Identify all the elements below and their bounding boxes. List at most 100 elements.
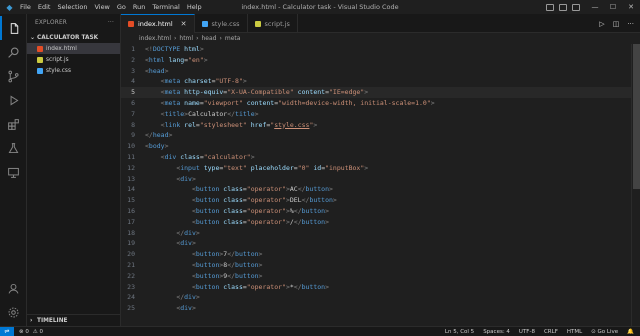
folder-section[interactable]: ⌄ CALCULATOR TASK — [27, 32, 120, 43]
code-line[interactable]: 20 <button>7</button> — [121, 249, 631, 260]
run-debug-icon[interactable] — [0, 88, 27, 112]
breadcrumb-item[interactable]: html — [179, 35, 193, 42]
code-line[interactable]: 6 <meta name="viewport" content="width=d… — [121, 98, 631, 109]
toggle-panel-icon[interactable] — [559, 3, 567, 11]
code-text: <button>7</button> — [191, 250, 263, 259]
line-number: 10 — [127, 142, 135, 151]
code-line[interactable]: 15 <button class="operator">DEL</button> — [121, 195, 631, 206]
notifications-bell-icon[interactable]: 🔔 — [627, 329, 634, 335]
toggle-secondary-sidebar-icon[interactable] — [572, 3, 580, 11]
code-line[interactable]: 19 <div> — [121, 238, 631, 249]
menu-run[interactable]: Run — [133, 3, 145, 11]
code-line[interactable]: 5 <meta http-equiv="X-UA-Compatible" con… — [121, 87, 631, 98]
menu-file[interactable]: File — [20, 3, 31, 11]
tab-label: script.js — [264, 19, 290, 28]
code-text: <title>Calculator</title> — [160, 109, 259, 118]
code-text: <head> — [145, 66, 169, 75]
split-editor-icon[interactable]: ◫ — [613, 20, 620, 28]
account-icon[interactable] — [0, 276, 27, 300]
breadcrumb-item[interactable]: meta — [225, 35, 241, 42]
tab-script-js[interactable]: script.js — [248, 14, 298, 33]
code-line[interactable]: 16 <button class="operator">%</button> — [121, 206, 631, 217]
code-line[interactable]: 25 <div> — [121, 303, 631, 314]
tab-label: style.css — [211, 19, 240, 28]
code-text: <button>8</button> — [191, 260, 263, 269]
file-item-index-html[interactable]: index.html — [27, 43, 120, 54]
menu-terminal[interactable]: Terminal — [152, 3, 179, 11]
source-control-icon[interactable] — [0, 64, 27, 88]
file-item-style-css[interactable]: style.css — [27, 65, 120, 76]
code-line[interactable]: 24 </div> — [121, 292, 631, 303]
language-mode[interactable]: HTML — [567, 329, 582, 335]
code-line[interactable]: 17 <button class="operator">/</button> — [121, 217, 631, 228]
chevron-right-icon: › — [219, 35, 222, 42]
extensions-icon[interactable] — [0, 112, 27, 136]
menu-edit[interactable]: Edit — [38, 3, 51, 11]
scrollbar-thumb[interactable] — [633, 44, 640, 189]
window-controls: — ☐ ✕ — [586, 0, 640, 14]
line-number: 4 — [131, 77, 135, 86]
code-line[interactable]: 18 </div> — [121, 228, 631, 239]
run-icon[interactable]: ▷ — [599, 20, 604, 28]
menu-go[interactable]: Go — [117, 3, 126, 11]
cursor-position[interactable]: Ln 5, Col 5 — [445, 329, 474, 335]
maximize-icon[interactable]: ☐ — [604, 0, 622, 14]
code-line[interactable]: 7 <title>Calculator</title> — [121, 109, 631, 120]
indentation[interactable]: Spaces: 4 — [483, 329, 510, 335]
close-window-icon[interactable]: ✕ — [622, 0, 640, 14]
breadcrumb-item[interactable]: head — [201, 35, 216, 42]
search-icon[interactable] — [0, 40, 27, 64]
toggle-sidebar-icon[interactable] — [546, 3, 554, 11]
code-line[interactable]: 22 <button>9</button> — [121, 271, 631, 282]
menu-help[interactable]: Help — [187, 3, 202, 11]
tab-style-css[interactable]: style.css — [195, 14, 248, 33]
remote-explorer-icon[interactable] — [0, 160, 27, 184]
remote-indicator-icon[interactable]: ⇌ — [0, 326, 14, 336]
line-number: 14 — [127, 185, 135, 194]
line-number: 3 — [131, 66, 135, 75]
file-item-script-js[interactable]: script.js — [27, 54, 120, 65]
js-file-icon — [37, 56, 43, 63]
editor-scrollbar[interactable] — [631, 44, 640, 326]
code-line[interactable]: 2 <html lang="en"> — [121, 55, 631, 66]
code-editor[interactable]: 1 <!DOCTYPE html> 2 <html lang="en"> 3 <head>… — [121, 44, 631, 326]
line-number: 5 — [131, 88, 135, 97]
code-line[interactable]: 3 <head> — [121, 66, 631, 77]
warnings-count[interactable]: ⚠ 0 — [33, 329, 43, 335]
line-number: 19 — [127, 239, 135, 248]
menu-view[interactable]: View — [94, 3, 109, 11]
code-line[interactable]: 11 <div class="calculator"> — [121, 152, 631, 163]
tab-index-html[interactable]: index.html ✕ — [121, 14, 195, 33]
code-line[interactable]: 9 </head> — [121, 130, 631, 141]
code-line[interactable]: 8 <link rel="stylesheet" href="style.css… — [121, 120, 631, 131]
html-file-icon — [37, 45, 43, 52]
settings-gear-icon[interactable] — [0, 300, 27, 324]
file-name: index.html — [46, 45, 77, 52]
more-actions-icon[interactable]: ··· — [108, 20, 114, 26]
breadcrumb-item[interactable]: index.html — [139, 35, 171, 42]
code-line[interactable]: 13 <div> — [121, 174, 631, 185]
testing-icon[interactable] — [0, 136, 27, 160]
encoding[interactable]: UTF-8 — [519, 329, 535, 335]
more-actions-icon[interactable]: ··· — [627, 20, 634, 28]
file-name: script.js — [46, 56, 69, 63]
code-line[interactable]: 21 <button>8</button> — [121, 260, 631, 271]
code-line[interactable]: 1 <!DOCTYPE html> — [121, 44, 631, 55]
code-line[interactable]: 23 <button class="operator">*</button> — [121, 282, 631, 293]
code-line[interactable]: 4 <meta charset="UTF-8"> — [121, 76, 631, 87]
line-ending[interactable]: CRLF — [544, 329, 558, 335]
sidebar-title: EXPLORER — [35, 20, 68, 26]
line-number: 16 — [127, 206, 135, 215]
code-line[interactable]: 10 <body> — [121, 141, 631, 152]
timeline-section[interactable]: › TIMELINE — [27, 314, 121, 326]
code-line[interactable]: 12 <input type="text" placeholder="0" id… — [121, 163, 631, 174]
explorer-icon[interactable] — [0, 16, 27, 40]
close-icon[interactable]: ✕ — [181, 20, 187, 28]
menu-bar: File Edit Selection View Go Run Terminal… — [20, 3, 202, 11]
minimize-icon[interactable]: — — [586, 0, 604, 14]
code-text: <meta http-equiv="X-UA-Compatible" conte… — [160, 88, 369, 97]
errors-count[interactable]: ⊗ 0 — [19, 329, 29, 335]
go-live-button[interactable]: ⊙ Go Live — [591, 329, 618, 335]
code-line[interactable]: 14 <button class="operator">AC</button> — [121, 184, 631, 195]
menu-selection[interactable]: Selection — [57, 3, 87, 11]
